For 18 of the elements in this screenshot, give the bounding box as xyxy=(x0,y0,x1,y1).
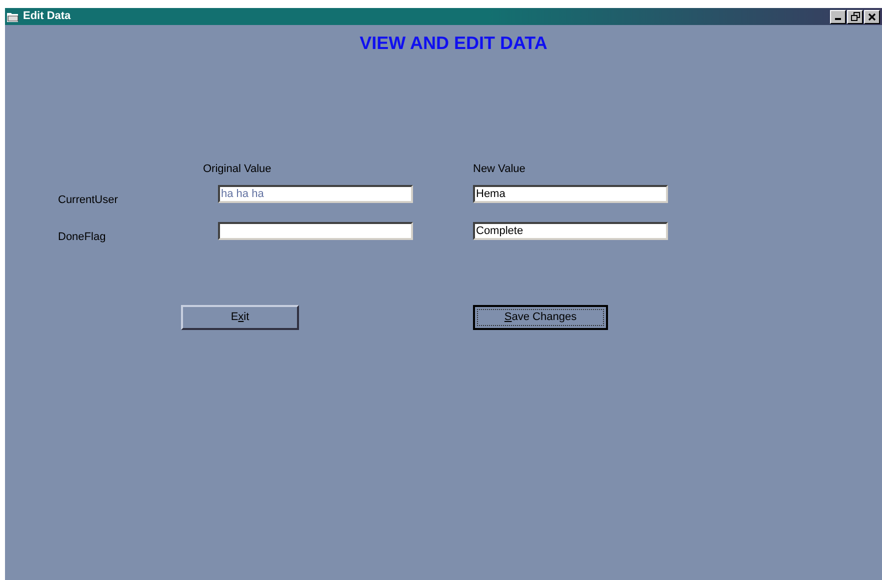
row-label: DoneFlag xyxy=(58,230,107,245)
restore-button[interactable] xyxy=(847,10,863,24)
minimize-icon xyxy=(835,18,841,20)
column-heading: Original Value xyxy=(203,162,272,177)
text-field[interactable]: Hema xyxy=(473,184,668,202)
row-label: CurrentUser xyxy=(58,192,119,208)
text-field[interactable]: Complete xyxy=(473,222,668,240)
push-button[interactable]: Exit xyxy=(181,304,299,330)
text-field[interactable] xyxy=(218,222,413,240)
column-heading: New Value xyxy=(473,162,526,177)
folder-icon xyxy=(7,12,19,22)
restore-icon xyxy=(850,12,860,21)
push-button[interactable]: Save Changes xyxy=(473,304,608,330)
close-button[interactable] xyxy=(864,10,880,24)
page-heading: VIEW AND EDIT DATA xyxy=(360,32,548,55)
minimize-button[interactable] xyxy=(830,10,846,24)
window-title: Edit Data xyxy=(23,9,71,24)
close-icon xyxy=(868,12,876,20)
